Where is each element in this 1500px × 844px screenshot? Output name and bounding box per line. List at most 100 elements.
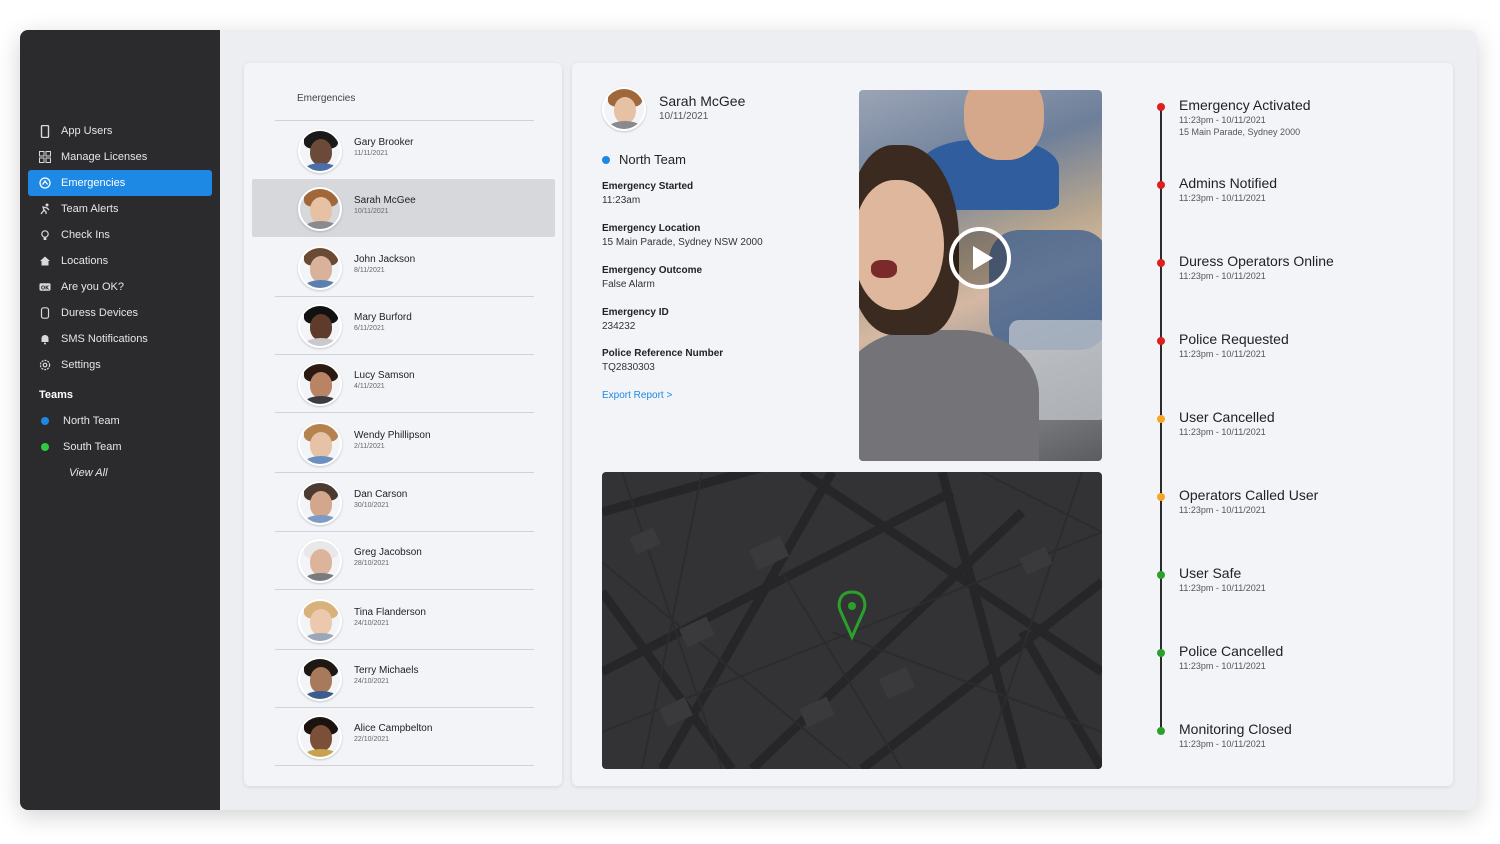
sidebar-item-duress-devices[interactable]: Duress Devices xyxy=(28,300,212,326)
field-label: Emergency Location xyxy=(602,223,701,234)
timeline-event-time: 11:23pm - 10/11/2021 xyxy=(1179,271,1266,281)
list-item-name: John Jackson xyxy=(354,254,416,265)
timeline-dot xyxy=(1157,103,1165,111)
device-icon xyxy=(39,307,51,319)
home-icon xyxy=(39,255,51,267)
team-indicator: North Team xyxy=(602,152,686,167)
list-item-date: 4/11/2021 xyxy=(354,383,385,390)
team-color-dot xyxy=(41,417,49,425)
timeline-dot xyxy=(1157,337,1165,345)
divider xyxy=(275,589,534,590)
field-value: 15 Main Parade, Sydney NSW 2000 xyxy=(602,237,763,248)
svg-text:OK: OK xyxy=(41,285,50,291)
list-item[interactable]: Greg Jacobson 28/10/2021 xyxy=(252,531,555,590)
timeline-event-title: Police Cancelled xyxy=(1179,643,1284,659)
ok-badge-icon: OK xyxy=(39,281,51,293)
list-item[interactable]: Alice Campbelton 22/10/2021 xyxy=(252,707,555,766)
list-item-name: Mary Burford xyxy=(354,312,412,323)
list-item[interactable]: Terry Michaels 24/10/2021 xyxy=(252,649,555,708)
list-item-name: Terry Michaels xyxy=(354,665,419,676)
list-item-date: 28/10/2021 xyxy=(354,560,390,567)
sidebar-item-label: Team Alerts xyxy=(61,203,119,215)
sidebar-item-label: Duress Devices xyxy=(61,307,139,319)
list-item-name: Sarah McGee xyxy=(354,195,416,206)
emergencies-list-title: Emergencies xyxy=(297,93,356,104)
bell-icon xyxy=(39,333,51,345)
lightbulb-icon xyxy=(39,229,51,241)
timeline-event-title: Emergency Activated xyxy=(1179,97,1311,113)
sidebar-item-app-users[interactable]: App Users xyxy=(28,118,212,144)
sidebar-item-label: Emergencies xyxy=(61,177,126,189)
timeline-dot xyxy=(1157,181,1165,189)
sidebar-item-locations[interactable]: Locations xyxy=(28,248,212,274)
team-color-dot xyxy=(602,155,610,164)
timeline-event-time: 11:23pm - 10/11/2021 xyxy=(1179,739,1266,749)
sidebar-team-north[interactable]: North Team xyxy=(28,408,212,434)
team-label: South Team xyxy=(63,441,122,453)
avatar xyxy=(298,715,342,759)
field-value: TQ2830303 xyxy=(602,362,655,373)
timeline-event-title: Monitoring Closed xyxy=(1179,721,1292,737)
map-pin-icon xyxy=(837,590,867,641)
timeline-event-title: Operators Called User xyxy=(1179,487,1319,503)
field-value: False Alarm xyxy=(602,279,655,290)
emergency-video[interactable] xyxy=(859,90,1102,461)
timeline-event-title: Duress Operators Online xyxy=(1179,253,1334,269)
timeline-dot xyxy=(1157,571,1165,579)
list-item[interactable]: Sarah McGee 10/11/2021 xyxy=(252,179,555,237)
list-item-name: Tina Flanderson xyxy=(354,607,426,618)
timeline-event-time: 11:23pm - 10/11/2021 xyxy=(1179,661,1266,671)
field-value: 234232 xyxy=(602,321,636,332)
sidebar-item-manage-licenses[interactable]: Manage Licenses xyxy=(28,144,212,170)
timeline-dot xyxy=(1157,415,1165,423)
sidebar-item-label: Are you OK? xyxy=(61,281,124,293)
field-label: Emergency ID xyxy=(602,307,669,318)
sidebar-team-south[interactable]: South Team xyxy=(28,434,212,460)
timeline-event-title: User Cancelled xyxy=(1179,409,1275,425)
field-emergency-location: Emergency Location 15 Main Parade, Sydne… xyxy=(602,223,763,248)
list-item[interactable]: Gary Brooker 11/11/2021 xyxy=(252,121,555,180)
avatar xyxy=(298,657,342,701)
play-icon[interactable] xyxy=(949,227,1011,289)
gear-icon xyxy=(39,359,51,371)
list-item[interactable]: Dan Carson 30/10/2021 xyxy=(252,473,555,532)
view-all-teams-link[interactable]: View All xyxy=(28,460,212,486)
sidebar-item-are-you-ok[interactable]: OK Are you OK? xyxy=(28,274,212,300)
location-map[interactable] xyxy=(602,472,1102,769)
sidebar-item-check-ins[interactable]: Check Ins xyxy=(28,222,212,248)
timeline-event-title: User Safe xyxy=(1179,565,1242,581)
sidebar-item-sms-notifications[interactable]: SMS Notifications xyxy=(28,326,212,352)
list-item[interactable]: John Jackson 8/11/2021 xyxy=(252,238,555,297)
timeline-event-title: Police Requested xyxy=(1179,331,1289,347)
list-item-name: Lucy Samson xyxy=(354,370,415,381)
list-item-date: 30/10/2021 xyxy=(354,502,390,509)
list-item[interactable]: Lucy Samson 4/11/2021 xyxy=(252,354,555,413)
sidebar-item-emergencies[interactable]: Emergencies xyxy=(28,170,212,196)
list-item[interactable]: Wendy Phillipson 2/11/2021 xyxy=(252,414,555,473)
list-item[interactable]: Mary Burford 6/11/2021 xyxy=(252,296,555,355)
avatar xyxy=(298,422,342,466)
list-item[interactable]: Tina Flanderson 24/10/2021 xyxy=(252,591,555,650)
field-emergency-outcome: Emergency Outcome False Alarm xyxy=(602,265,702,290)
avatar xyxy=(298,362,342,406)
sidebar-item-team-alerts[interactable]: Team Alerts xyxy=(28,196,212,222)
avatar xyxy=(298,539,342,583)
field-label: Emergency Started xyxy=(602,181,694,192)
sidebar-item-label: SMS Notifications xyxy=(61,333,148,345)
list-item-date: 11/11/2021 xyxy=(354,150,388,157)
list-item-date: 22/10/2021 xyxy=(354,736,390,743)
list-item-date: 24/10/2021 xyxy=(354,678,390,685)
phone-icon xyxy=(39,124,51,138)
list-item-name: Greg Jacobson xyxy=(354,547,422,558)
timeline-event-time: 11:23pm - 10/11/2021 xyxy=(1179,349,1266,359)
avatar xyxy=(298,246,342,290)
user-name: Sarah McGee xyxy=(659,93,746,109)
grid-icon xyxy=(39,151,51,163)
timeline-event-title: Admins Notified xyxy=(1179,175,1278,191)
field-police-reference: Police Reference Number TQ2830303 xyxy=(602,348,723,373)
export-report-link[interactable]: Export Report > xyxy=(602,390,672,401)
list-item-date: 8/11/2021 xyxy=(354,267,385,274)
sidebar-item-settings[interactable]: Settings xyxy=(28,352,212,378)
timeline-event-time: 11:23pm - 10/11/2021 xyxy=(1179,583,1266,593)
field-value: 11:23am xyxy=(602,195,641,206)
